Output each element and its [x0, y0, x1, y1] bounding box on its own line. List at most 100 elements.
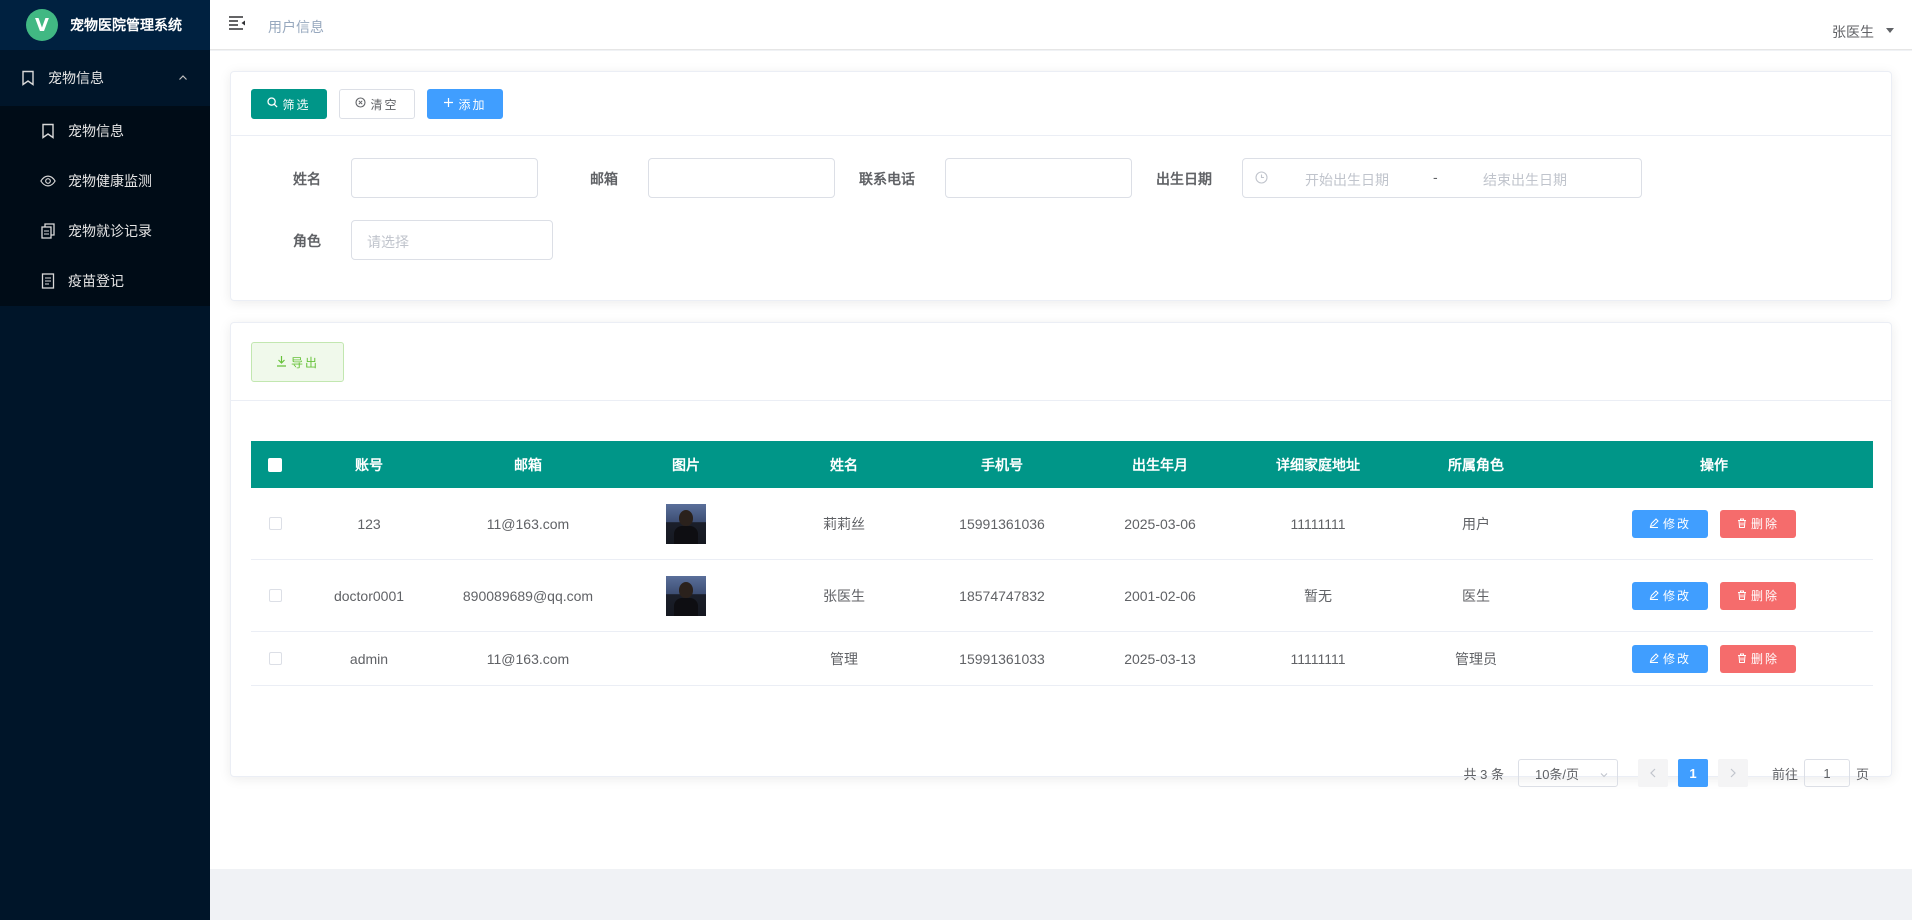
operation-cell: 修改 删除	[1555, 581, 1873, 610]
delete-button[interactable]: 删除	[1720, 581, 1796, 610]
column-header[interactable]: 图片	[607, 455, 765, 475]
sidebar-submenu: 宠物信息 宠物健康监测 宠物就诊记录 疫苗登记	[0, 106, 210, 306]
birth-cell: 2025-03-13	[1124, 650, 1196, 667]
edit-button[interactable]: 修改	[1632, 581, 1708, 610]
address-cell: 11111111	[1290, 650, 1346, 667]
page-size-select[interactable]: 10条/页	[1517, 759, 1618, 787]
delete-button-label: 删除	[1750, 652, 1779, 666]
sidebar-group-label: 宠物信息	[48, 70, 104, 86]
top-header: 用户信息 张医生	[210, 0, 1912, 50]
search-icon	[267, 97, 279, 111]
bookmark-icon	[20, 70, 36, 86]
trash-icon	[1737, 652, 1747, 666]
add-button[interactable]: 添加	[427, 89, 503, 119]
account-cell: doctor0001	[333, 587, 405, 604]
filter-button[interactable]: 筛选	[251, 89, 327, 119]
column-header[interactable]: 所属角色	[1397, 455, 1555, 475]
copy-icon	[40, 223, 56, 239]
edit-icon	[1649, 517, 1659, 531]
clear-button-label: 清空	[370, 97, 399, 112]
bookmark-icon	[40, 123, 56, 139]
table-row: 123 11@163.com 莉莉丝 15991361036 2025-03-0…	[251, 488, 1873, 560]
toolbar: 筛选 清空 添加	[231, 72, 1891, 136]
email-cell: 890089689@qq.com	[462, 587, 594, 604]
name-cell: 管理	[830, 650, 858, 667]
page-size-value: 10条/页	[1534, 766, 1580, 782]
email-input[interactable]	[648, 158, 835, 198]
clock-icon	[1255, 171, 1268, 187]
select-all-checkbox[interactable]	[268, 457, 282, 472]
row-checkbox[interactable]	[268, 589, 282, 602]
row-checkbox[interactable]	[268, 652, 282, 665]
phone-cell: 18574747832	[959, 587, 1045, 604]
column-header[interactable]: 出生年月	[1081, 455, 1239, 475]
circle-close-icon	[355, 97, 367, 111]
row-checkbox[interactable]	[268, 517, 282, 530]
delete-button[interactable]: 删除	[1720, 509, 1796, 538]
clear-button[interactable]: 清空	[339, 89, 415, 119]
operation-cell: 修改 删除	[1555, 509, 1873, 538]
total-count: 共 3 条	[1463, 766, 1504, 782]
birth-cell: 2001-02-06	[1124, 587, 1196, 604]
birth-date-label: 出生日期	[1156, 171, 1212, 187]
name-input[interactable]	[351, 158, 538, 198]
add-button-label: 添加	[458, 97, 487, 112]
export-toolbar: 导出	[231, 323, 1891, 401]
phone-cell: 15991361033	[959, 650, 1045, 667]
sidebar-item-vaccine[interactable]: 疫苗登记	[0, 256, 210, 306]
role-cell: 医生	[1462, 587, 1490, 604]
role-select[interactable]: 请选择	[351, 220, 553, 260]
phone-input[interactable]	[945, 158, 1132, 198]
sidebar-item-label: 宠物就诊记录	[68, 223, 152, 239]
user-menu[interactable]: 张医生	[1832, 22, 1874, 42]
role-cell: 用户	[1462, 515, 1490, 532]
sidebar-item-pet-info[interactable]: 宠物信息	[0, 106, 210, 156]
column-header[interactable]: 账号	[289, 455, 449, 475]
column-header[interactable]: 邮箱	[449, 455, 607, 475]
menu-fold-icon[interactable]	[228, 15, 246, 33]
prev-page-button[interactable]	[1637, 759, 1668, 787]
birth-cell: 2025-03-06	[1124, 515, 1196, 532]
name-cell: 莉莉丝	[823, 515, 865, 532]
address-cell: 暂无	[1304, 587, 1332, 604]
address-cell: 11111111	[1290, 515, 1346, 532]
edit-button-label: 修改	[1662, 517, 1691, 531]
row-check-cell	[251, 517, 289, 530]
user-photo[interactable]	[666, 575, 706, 616]
table-header: 账号 邮箱 图片 姓名 手机号 出生年月 详细家庭地址 所属角色 操作	[251, 441, 1873, 488]
goto-page-input[interactable]: 1	[1803, 759, 1850, 787]
delete-button-label: 删除	[1750, 589, 1779, 603]
table-card: 导出 账号 邮箱 图片 姓名 手机号 出生年月 详细家庭地址 所属角色 操作 1…	[230, 322, 1892, 787]
sidebar-item-label: 宠物健康监测	[68, 173, 152, 189]
column-header[interactable]: 详细家庭地址	[1239, 455, 1397, 475]
sidebar: V 宠物医院管理系统 宠物信息 宠物信息 宠物健康监测 宠物就诊记录 疫苗登记	[0, 0, 210, 920]
export-button[interactable]: 导出	[251, 342, 344, 382]
edit-button[interactable]: 修改	[1632, 509, 1708, 538]
sidebar-item-health-monitor[interactable]: 宠物健康监测	[0, 156, 210, 206]
user-table: 账号 邮箱 图片 姓名 手机号 出生年月 详细家庭地址 所属角色 操作 123 …	[251, 441, 1873, 686]
edit-icon	[1649, 589, 1659, 603]
account-cell: 123	[357, 515, 381, 532]
birth-date-range-picker[interactable]: 开始出生日期 - 结束出生日期	[1242, 158, 1642, 198]
delete-button[interactable]: 删除	[1720, 644, 1796, 673]
download-icon	[276, 355, 287, 370]
select-all-cell	[251, 457, 289, 472]
sidebar-item-visit-records[interactable]: 宠物就诊记录	[0, 206, 210, 256]
caret-down-icon[interactable]	[1886, 28, 1894, 33]
pagination: 共 3 条 10条/页 1 前往 1 页	[1463, 759, 1869, 787]
column-header[interactable]: 姓名	[765, 455, 923, 475]
edit-icon	[1649, 652, 1659, 666]
column-header[interactable]: 手机号	[923, 455, 1081, 475]
name-cell: 张医生	[823, 587, 865, 604]
chevron-right-icon	[1729, 766, 1737, 781]
page-number-button[interactable]: 1	[1677, 759, 1708, 787]
document-icon	[40, 273, 56, 289]
footer-area	[210, 869, 1912, 920]
sidebar-group-pet-info[interactable]: 宠物信息	[0, 50, 210, 106]
edit-button[interactable]: 修改	[1632, 644, 1708, 673]
operation-cell: 修改 删除	[1555, 644, 1873, 673]
next-page-button[interactable]	[1717, 759, 1748, 787]
email-cell: 11@163.com	[486, 515, 570, 532]
user-photo[interactable]	[666, 503, 706, 544]
birth-start-placeholder: 开始出生日期	[1305, 172, 1389, 188]
